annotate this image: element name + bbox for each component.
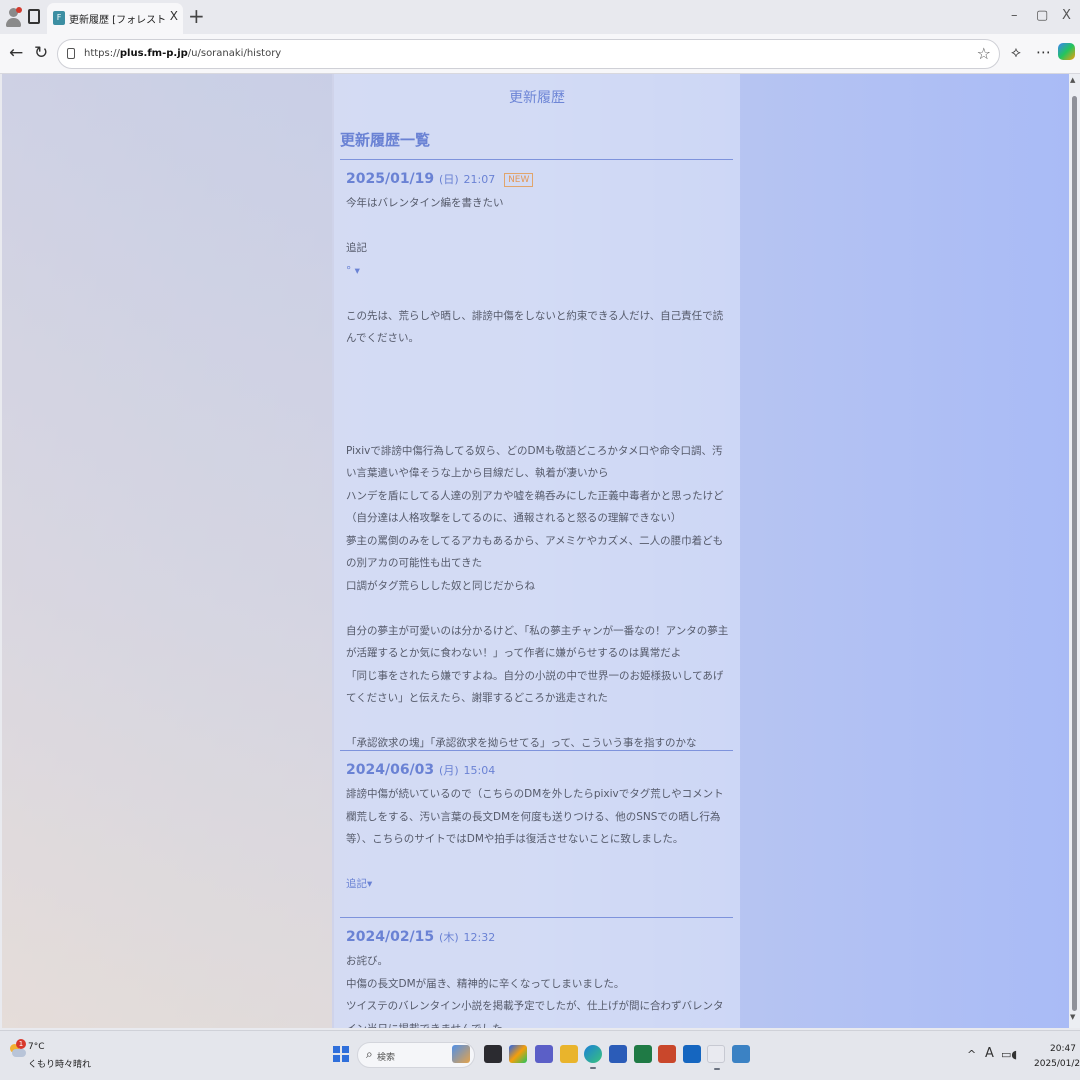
outlook-app-icon[interactable] — [683, 1045, 701, 1063]
clock-time[interactable]: 20:47 — [1050, 1044, 1076, 1054]
address-bar[interactable]: https://plus.fm-p.jp/u/soranaki/history … — [57, 39, 1000, 69]
new-badge: NEW — [504, 173, 534, 187]
weather-description[interactable]: くもり時々晴れ — [28, 1057, 91, 1070]
edge-browser-icon[interactable] — [584, 1045, 602, 1069]
tray-overflow-icon[interactable]: ^ — [967, 1048, 976, 1061]
tab-title: 更新履歴 [フォレストページ+] 夢小説 — [69, 15, 165, 26]
addendum-toggle[interactable]: 追記▾ — [346, 873, 730, 896]
network-volume-icon[interactable]: ▭◖ — [1001, 1048, 1017, 1061]
entry-date-3: 2024/02/15 (木) 12:32 — [346, 929, 496, 945]
taskbar: 1 7°C くもり時々晴れ ⌕ 検索 ^ A ▭◖ 20:47 2025/01/… — [0, 1030, 1080, 1080]
snipping-tool-icon[interactable] — [707, 1045, 725, 1070]
weather-temperature[interactable]: 7°C — [28, 1042, 45, 1052]
site-title[interactable]: 更新履歴 — [334, 87, 740, 107]
page-heading: 更新履歴一覧 — [340, 131, 431, 149]
browser-tab[interactable]: F 更新履歴 [フォレストページ+] 夢小説 X — [47, 3, 183, 34]
restore-button[interactable]: ▢ — [1036, 8, 1048, 23]
word-app-icon[interactable] — [609, 1045, 627, 1063]
widgets-app-icon[interactable] — [452, 1045, 470, 1063]
window-close-button[interactable]: X — [1062, 8, 1071, 23]
profile-icon[interactable] — [4, 7, 24, 27]
entry-divider — [340, 750, 733, 751]
teams-app-icon[interactable] — [535, 1045, 553, 1063]
back-arrow-icon[interactable]: ← — [9, 43, 23, 63]
favorite-star-icon[interactable]: ☆ — [977, 44, 991, 63]
tab-close-button[interactable]: X — [170, 9, 178, 23]
refresh-icon[interactable]: ↻ — [34, 43, 48, 63]
excel-app-icon[interactable] — [634, 1045, 652, 1063]
lock-icon — [67, 48, 75, 59]
scroll-down-icon[interactable]: ▼ — [1070, 1013, 1075, 1021]
search-placeholder: 検索 — [377, 1053, 396, 1063]
heading-divider — [340, 159, 733, 160]
entry-body-2: 誹謗中傷が続いているので（こちらのDMを外したらpixivでタグ荒しやコメント欄… — [346, 783, 730, 896]
more-menu-icon[interactable]: ⋯ — [1036, 43, 1051, 61]
tab-actions-icon[interactable] — [28, 9, 40, 24]
entry-body-1: 今年はバレンタイン編を書きたい 追記 ° ▾ この先は、荒らしや晒し、誹謗中傷を… — [346, 197, 730, 749]
scrollbar-thumb[interactable] — [1072, 96, 1077, 1011]
entry-date-1: 2025/01/19 (日) 21:07 NEW — [346, 171, 534, 187]
notepad-app-icon[interactable] — [732, 1045, 750, 1063]
page-viewport: 更新履歴 更新履歴一覧 2025/01/19 (日) 21:07 NEW 今年は… — [2, 74, 1069, 1028]
clock-date[interactable]: 2025/01/22 — [1034, 1059, 1080, 1069]
content-column: 更新履歴 更新履歴一覧 2025/01/19 (日) 21:07 NEW 今年は… — [334, 74, 740, 1028]
expand-toggle[interactable]: ° ▾ — [346, 260, 730, 283]
entry-body-3: お詫び。 中傷の長文DMが届き、精神的に辛くなってしまいました。 ツイステのバレ… — [346, 955, 724, 1028]
copilot-app-icon[interactable] — [509, 1045, 527, 1063]
entry-date-2: 2024/06/03 (月) 15:04 — [346, 762, 496, 778]
minimize-button[interactable]: – — [1011, 8, 1018, 23]
search-icon: ⌕ — [366, 1047, 373, 1061]
powerpoint-app-icon[interactable] — [658, 1045, 676, 1063]
copilot-icon[interactable] — [1058, 43, 1075, 60]
task-view-icon[interactable] — [484, 1045, 502, 1063]
url-text[interactable]: https://plus.fm-p.jp/u/soranaki/history — [84, 48, 281, 59]
new-tab-button[interactable]: + — [188, 4, 205, 28]
address-toolbar: ← ↻ https://plus.fm-p.jp/u/soranaki/hist… — [0, 34, 1080, 74]
extensions-icon[interactable]: ⟡ — [1011, 43, 1021, 61]
browser-tab-strip: F 更新履歴 [フォレストページ+] 夢小説 X + – ▢ X — [0, 0, 1080, 34]
entry-divider — [340, 917, 733, 918]
file-explorer-icon[interactable] — [560, 1045, 578, 1063]
windows-start-icon[interactable] — [333, 1046, 349, 1062]
weather-alert-badge: 1 — [16, 1039, 26, 1049]
ime-indicator[interactable]: A — [985, 1046, 994, 1061]
scroll-up-icon[interactable]: ▲ — [1070, 76, 1075, 84]
site-favicon-icon: F — [53, 11, 65, 25]
